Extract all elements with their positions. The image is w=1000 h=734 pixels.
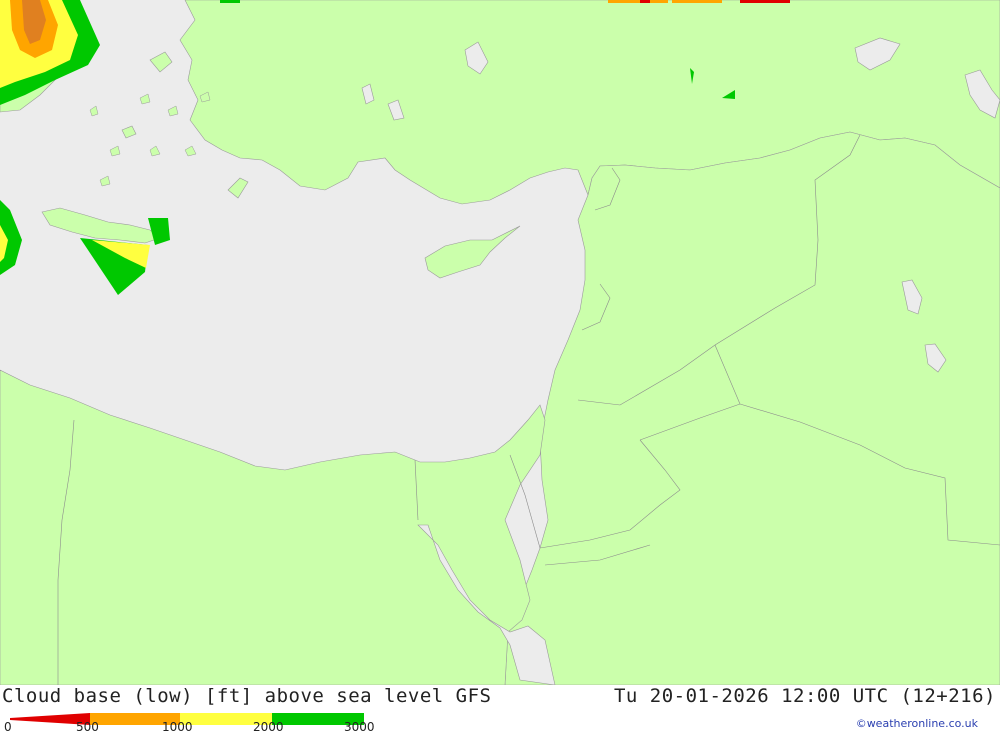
- legend-tick-1000: 1000: [162, 720, 193, 734]
- map-footer: Cloud base (low) [ft] above sea level GF…: [0, 685, 1000, 734]
- credit-link[interactable]: ©weatheronline.co.uk: [856, 717, 978, 730]
- legend-tick-500: 500: [76, 720, 99, 734]
- map-title: Cloud base (low) [ft] above sea level GF…: [2, 685, 492, 707]
- legend-tick-3000: 3000: [344, 720, 375, 734]
- map-datetime: Tu 20-01-2026 12:00 UTC (12+216): [613, 685, 996, 707]
- legend-tick-0: 0: [4, 720, 12, 734]
- legend-tick-2000: 2000: [253, 720, 284, 734]
- weather-map: [0, 0, 1000, 685]
